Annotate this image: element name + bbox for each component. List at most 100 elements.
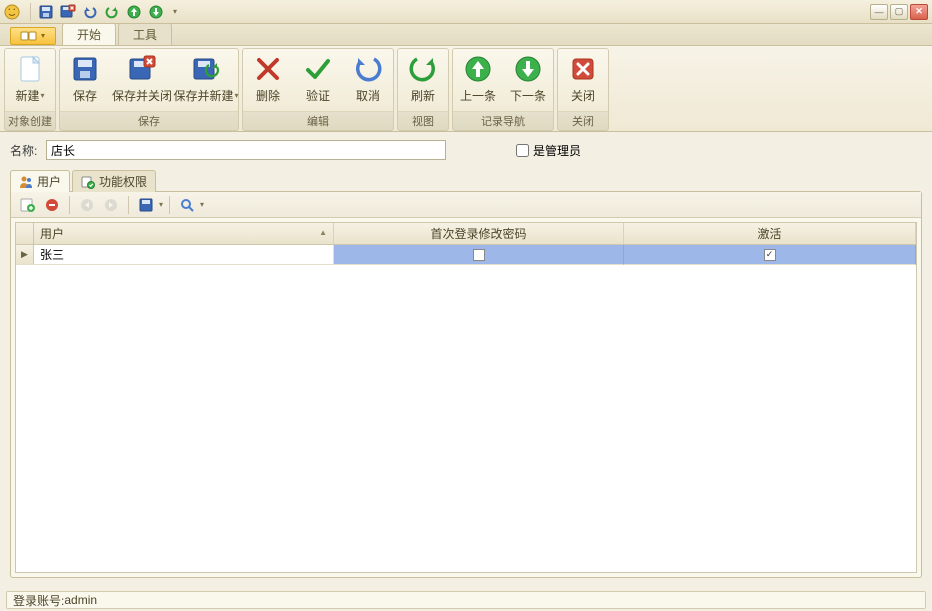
grid-col-first-login[interactable]: 首次登录修改密码 bbox=[334, 223, 624, 244]
grid-toolbar: ▾ ▾ bbox=[11, 192, 921, 218]
save-and-new-button[interactable]: 保存并新建▾ bbox=[174, 49, 238, 111]
toolbar-add-button[interactable] bbox=[17, 195, 39, 215]
name-input[interactable] bbox=[46, 140, 446, 160]
qat-up-icon[interactable] bbox=[125, 3, 143, 21]
cell-first-login[interactable] bbox=[334, 245, 624, 265]
qat-save-icon[interactable] bbox=[37, 3, 55, 21]
toolbar-search-dropdown[interactable]: ▾ bbox=[200, 200, 204, 209]
new-icon bbox=[14, 53, 46, 85]
save-and-close-button[interactable]: 保存并关闭 bbox=[110, 49, 174, 111]
save-label: 保存 bbox=[73, 87, 97, 104]
delete-button[interactable]: 删除 bbox=[243, 49, 293, 111]
qat-separator bbox=[30, 3, 31, 21]
ribbon-group-edit: 删除 验证 取消 编辑 bbox=[242, 48, 394, 131]
name-label: 名称: bbox=[10, 142, 46, 159]
close-icon bbox=[567, 53, 599, 85]
toolbar-sep-2 bbox=[128, 196, 129, 214]
new-button[interactable]: 新建▾ bbox=[5, 49, 55, 111]
delete-icon bbox=[252, 53, 284, 85]
checkbox-checked-icon[interactable]: ✓ bbox=[764, 249, 776, 261]
ribbon-group-nav: 上一条 下一条 记录导航 bbox=[452, 48, 554, 131]
toolbar-nav-first bbox=[76, 195, 98, 215]
file-menu-button[interactable] bbox=[10, 27, 56, 45]
qat-undo-icon[interactable] bbox=[81, 3, 99, 21]
qat-save-close-icon[interactable] bbox=[59, 3, 77, 21]
cancel-button[interactable]: 取消 bbox=[343, 49, 393, 111]
close-label: 关闭 bbox=[571, 87, 595, 104]
next-record-button[interactable]: 下一条 bbox=[503, 49, 553, 111]
row-indicator-icon: ▶ bbox=[16, 245, 34, 265]
group-label-object-create: 对象创建 bbox=[5, 111, 55, 130]
data-grid: 用户 ▲ 首次登录修改密码 激活 ▶ 张三 ✓ bbox=[15, 222, 917, 573]
tab-permissions[interactable]: 功能权限 bbox=[72, 170, 156, 192]
prev-record-button[interactable]: 上一条 bbox=[453, 49, 503, 111]
status-bar: 登录账号: admin bbox=[6, 591, 926, 609]
ribbon-group-view: 刷新 视图 bbox=[397, 48, 449, 131]
qat-redo-icon[interactable] bbox=[103, 3, 121, 21]
cell-active[interactable]: ✓ bbox=[624, 245, 916, 265]
is-admin-checkbox[interactable]: 是管理员 bbox=[516, 142, 581, 159]
qat-customize-dropdown[interactable]: ▾ bbox=[169, 3, 181, 21]
validate-button[interactable]: 验证 bbox=[293, 49, 343, 111]
ribbon-tab-start[interactable]: 开始 bbox=[62, 23, 116, 45]
save-new-label: 保存并新建 bbox=[173, 87, 233, 104]
cancel-label: 取消 bbox=[356, 87, 380, 104]
ribbon-group-close: 关闭 关闭 bbox=[557, 48, 609, 131]
save-close-icon bbox=[126, 53, 158, 85]
group-label-view: 视图 bbox=[398, 111, 448, 130]
toolbar-search-button[interactable] bbox=[176, 195, 198, 215]
validate-icon bbox=[302, 53, 334, 85]
close-button[interactable]: 关闭 bbox=[558, 49, 608, 111]
save-button[interactable]: 保存 bbox=[60, 49, 110, 111]
group-label-close: 关闭 bbox=[558, 111, 608, 130]
ribbon-tab-tools[interactable]: 工具 bbox=[118, 23, 172, 45]
ribbon-panel: 新建▾ 对象创建 保存 保存并关闭 保存并新建▾ bbox=[0, 46, 932, 132]
refresh-button[interactable]: 刷新 bbox=[398, 49, 448, 111]
sort-asc-icon: ▲ bbox=[319, 228, 327, 237]
next-label: 下一条 bbox=[510, 87, 546, 104]
maximize-button[interactable]: ▢ bbox=[890, 4, 908, 20]
save-close-label: 保存并关闭 bbox=[112, 87, 172, 104]
grid-header: 用户 ▲ 首次登录修改密码 激活 bbox=[16, 223, 916, 245]
ribbon-group-object-create: 新建▾ 对象创建 bbox=[4, 48, 56, 131]
inner-tab-row: 用户 功能权限 bbox=[10, 170, 922, 192]
status-login-label: 登录账号: bbox=[13, 592, 64, 609]
save-icon bbox=[69, 53, 101, 85]
tab-users-label: 用户 bbox=[37, 173, 61, 190]
tab-users[interactable]: 用户 bbox=[10, 170, 70, 192]
refresh-icon bbox=[407, 53, 439, 85]
toolbar-export-button[interactable] bbox=[135, 195, 157, 215]
app-icon bbox=[4, 4, 20, 20]
save-new-icon bbox=[190, 53, 222, 85]
quick-access-toolbar: ▾ bbox=[37, 3, 181, 21]
is-admin-label: 是管理员 bbox=[533, 142, 581, 159]
toolbar-remove-button[interactable] bbox=[41, 195, 63, 215]
users-tab-icon bbox=[19, 175, 33, 189]
inner-panel: ▾ ▾ 用户 ▲ 首次登录修改密码 激活 ▶ 张三 bbox=[10, 191, 922, 578]
table-row[interactable]: ▶ 张三 ✓ bbox=[16, 245, 916, 265]
toolbar-export-dropdown[interactable]: ▾ bbox=[159, 200, 163, 209]
grid-body: ▶ 张三 ✓ bbox=[16, 245, 916, 572]
tab-perms-label: 功能权限 bbox=[99, 173, 147, 190]
ribbon-tab-row: 开始 工具 bbox=[0, 24, 932, 46]
new-label: 新建 bbox=[15, 87, 39, 104]
qat-down-icon[interactable] bbox=[147, 3, 165, 21]
toolbar-sep-1 bbox=[69, 196, 70, 214]
perms-tab-icon bbox=[81, 175, 95, 189]
group-label-edit: 编辑 bbox=[243, 111, 393, 130]
arrow-down-icon bbox=[512, 53, 544, 85]
grid-col-user[interactable]: 用户 ▲ bbox=[34, 223, 334, 244]
cancel-icon bbox=[352, 53, 384, 85]
is-admin-input[interactable] bbox=[516, 144, 529, 157]
status-login-value: admin bbox=[64, 593, 97, 607]
delete-label: 删除 bbox=[256, 87, 280, 104]
minimize-button[interactable]: — bbox=[870, 4, 888, 20]
title-bar: ▾ — ▢ ✕ bbox=[0, 0, 932, 24]
toolbar-sep-3 bbox=[169, 196, 170, 214]
ribbon-group-save: 保存 保存并关闭 保存并新建▾ 保存 bbox=[59, 48, 239, 131]
checkbox-unchecked-icon[interactable] bbox=[473, 249, 485, 261]
close-window-button[interactable]: ✕ bbox=[910, 4, 928, 20]
group-label-nav: 记录导航 bbox=[453, 111, 553, 130]
cell-user[interactable]: 张三 bbox=[34, 245, 334, 265]
grid-col-active[interactable]: 激活 bbox=[624, 223, 916, 244]
